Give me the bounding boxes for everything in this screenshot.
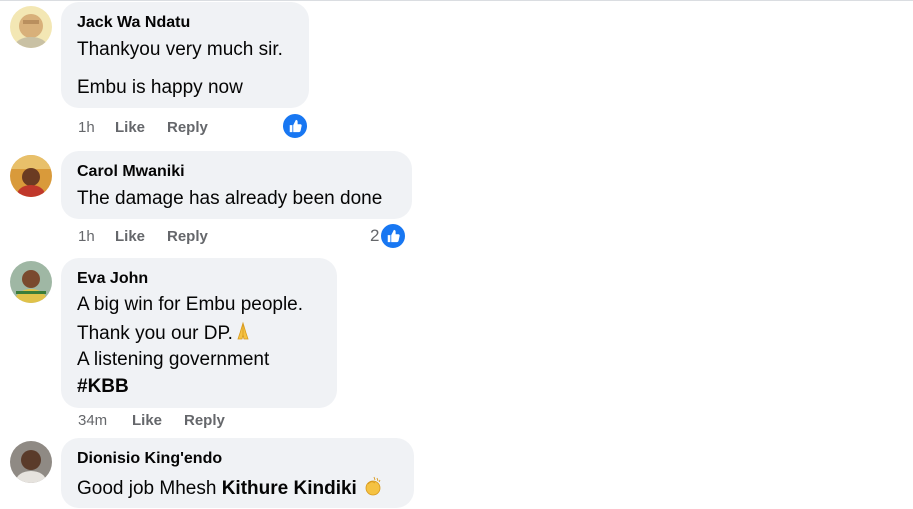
reaction-summary[interactable] [281,113,308,139]
comment-bubble: Eva John A big win for Embu people. Than… [61,258,337,408]
reaction-count: 2 [370,226,380,245]
comment-bubble: Dionisio King'endo Good job Mhesh Kithur… [61,438,414,508]
mention-link[interactable]: Kithure Kindiki [222,478,357,499]
comment-bubble: Jack Wa Ndatu Thankyou very much sir. Em… [61,2,309,108]
like-button[interactable]: Like [132,412,162,429]
comment-time[interactable]: 34m [78,412,107,429]
like-button[interactable]: Like [115,228,145,245]
comment-author[interactable]: Eva John [77,270,148,288]
avatar[interactable] [10,6,52,48]
comment-text-line-2: Thank you our DP. [77,321,253,347]
comment-text-line: A big win for Embu people. [77,294,304,315]
clapping-hands-emoji [362,475,384,503]
comment-author[interactable]: Jack Wa Ndatu [77,14,190,32]
comment-author[interactable]: Dionisio King'endo [77,450,222,468]
like-button[interactable]: Like [115,119,145,136]
avatar[interactable] [10,441,52,483]
reply-button[interactable]: Reply [167,119,208,136]
like-reaction-icon [380,223,407,249]
comment-text: Good job Mhesh [77,478,222,500]
reply-button[interactable]: Reply [184,412,225,429]
like-reaction-icon [282,113,308,139]
comment-bubble: Carol Mwaniki The damage has already bee… [61,151,412,219]
comment-time[interactable]: 1h [78,228,95,245]
comment-text: Thank you our DP. [77,323,233,345]
comment-time[interactable]: 1h [78,119,95,136]
reply-button[interactable]: Reply [167,228,208,245]
avatar[interactable] [10,155,52,197]
comment-author[interactable]: Carol Mwaniki [77,163,185,181]
comment-text-line: Thankyou very much sir. [77,39,283,60]
reaction-summary[interactable]: 2 [370,223,407,249]
comment-text-line: Good job Mhesh Kithure Kindiki [77,475,384,503]
folded-hands-emoji [233,321,253,347]
comment-text-line: A listening government [77,349,270,370]
top-divider [0,0,913,1]
comment-text-line: Embu is happy now [77,77,243,98]
comment-text-line: The damage has already been done [77,188,383,209]
avatar[interactable] [10,261,52,303]
hashtag-link[interactable]: #KBB [77,376,129,398]
